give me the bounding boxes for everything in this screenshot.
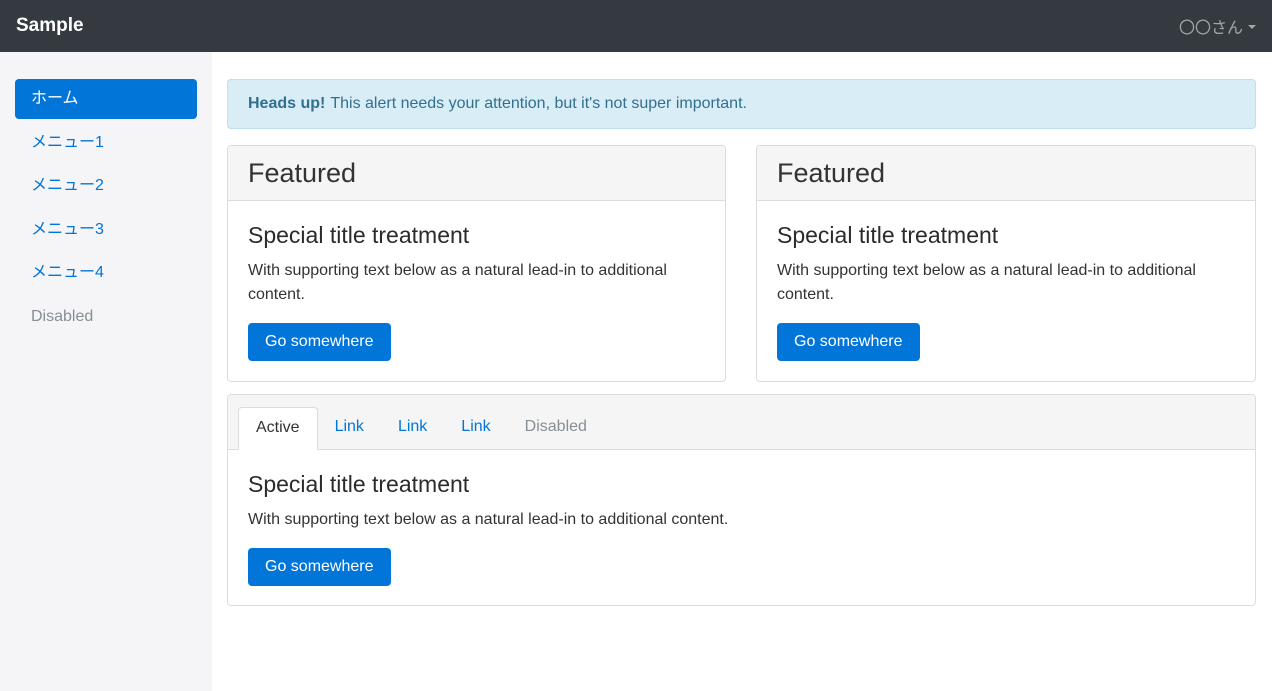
user-dropdown[interactable]: 〇〇さん	[1179, 14, 1256, 38]
card-body: Special title treatment With supporting …	[757, 201, 1255, 381]
sidebar-item-home[interactable]: ホーム	[15, 79, 197, 119]
card-header: Featured	[228, 146, 725, 201]
tab-disabled: Disabled	[524, 418, 587, 435]
top-navbar: Sample 〇〇さん	[0, 0, 1272, 52]
featured-card-1: Featured Special title treatment With su…	[227, 145, 726, 382]
go-somewhere-button[interactable]: Go somewhere	[777, 323, 920, 361]
alert-message: This alert needs your attention, but it'…	[330, 95, 747, 112]
sidebar-item-disabled: Disabled	[31, 307, 94, 325]
featured-card-2: Featured Special title treatment With su…	[756, 145, 1256, 382]
tab-link-2[interactable]: Link	[381, 407, 444, 449]
card-text: With supporting text below as a natural …	[248, 511, 729, 528]
card-title: Special title treatment	[248, 471, 470, 497]
card-header: Featured	[757, 146, 1255, 201]
card-body: Special title treatment With supporting …	[228, 450, 1255, 605]
card-tabs: Active Link Link Link Disabled	[228, 395, 1255, 450]
sidebar-item-menu1[interactable]: メニュー1	[15, 123, 197, 163]
tabbed-card: Active Link Link Link Disabled Special t…	[227, 394, 1256, 606]
sidebar: ホーム メニュー1 メニュー2 メニュー3 メニュー4 Disabled	[0, 52, 212, 691]
sidebar-item-menu4[interactable]: メニュー4	[15, 253, 197, 293]
card-title: Special title treatment	[248, 222, 470, 248]
user-name: 〇〇さん	[1178, 20, 1243, 37]
card-text: With supporting text below as a natural …	[248, 262, 667, 303]
go-somewhere-button[interactable]: Go somewhere	[248, 548, 391, 586]
sidebar-item-menu2[interactable]: メニュー2	[15, 166, 197, 206]
card-title: Special title treatment	[777, 222, 999, 248]
card-text: With supporting text below as a natural …	[777, 262, 1196, 303]
card-header-title: Featured	[777, 158, 886, 188]
go-somewhere-button[interactable]: Go somewhere	[248, 323, 391, 361]
sidebar-item-menu3[interactable]: メニュー3	[15, 210, 197, 250]
card-body: Special title treatment With supporting …	[228, 201, 725, 381]
caret-down-icon	[1248, 25, 1256, 29]
alert-heading: Heads up!	[248, 95, 326, 112]
tab-link-1[interactable]: Link	[318, 407, 381, 449]
tab-link-3[interactable]: Link	[444, 407, 507, 449]
tab-active[interactable]: Active	[238, 407, 318, 450]
info-alert: Heads up! This alert needs your attentio…	[227, 79, 1256, 129]
card-header-title: Featured	[248, 158, 357, 188]
navbar-brand[interactable]: Sample	[16, 15, 84, 37]
